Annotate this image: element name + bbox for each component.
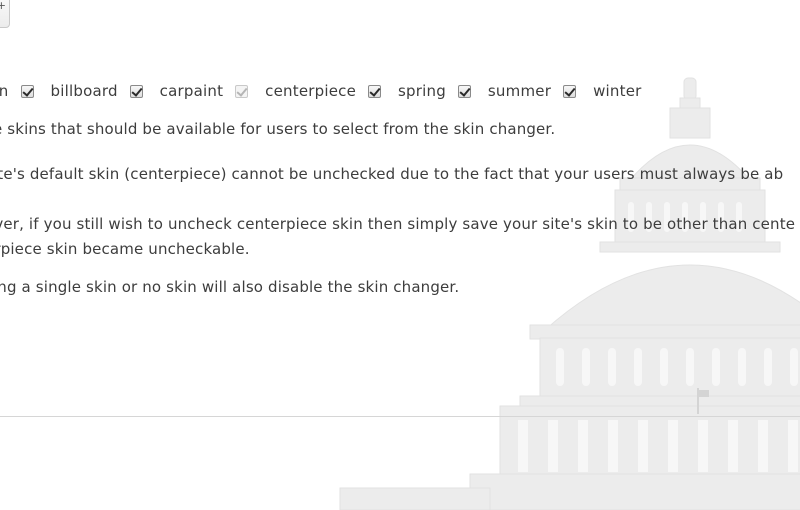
skin-checkbox-winter[interactable] [563, 84, 577, 98]
help-text-uncheck-default: ever, if you still wish to uncheck cente… [0, 212, 795, 262]
skin-label-summer: summer [487, 82, 552, 100]
skin-checkbox-spring[interactable] [368, 84, 382, 98]
skin-checkbox-summer[interactable] [457, 84, 471, 98]
skin-checkbox-carpaint[interactable] [129, 84, 143, 98]
help-text-disable-changer: sing a single skin or no skin will also … [0, 278, 460, 296]
skin-label-winter: winter [593, 82, 642, 100]
skin-checkbox-billboard[interactable] [20, 84, 34, 98]
skin-label-centerpiece: centerpiece [265, 82, 357, 100]
skin-label-autumn: mn [0, 82, 9, 100]
section-divider [0, 416, 800, 417]
button-glyph: + [0, 0, 6, 12]
help-text-default-skin: site's default skin (centerpiece) cannot… [0, 165, 784, 183]
skin-checkbox-row: mn billboard carpaint centerpiece spring… [0, 82, 654, 100]
skin-checkbox-centerpiece [235, 84, 249, 98]
skin-label-carpaint: carpaint [159, 82, 224, 100]
skin-label-billboard: billboard [50, 82, 118, 100]
skin-settings-page: + mn billboard carpaint centerpiece spri… [0, 0, 800, 510]
top-left-button[interactable]: + [0, 0, 10, 28]
skin-label-spring: spring [398, 82, 446, 100]
help-text-uncheck-line2: erpiece skin became uncheckable. [0, 240, 250, 258]
help-text-uncheck-line1: ever, if you still wish to uncheck cente… [0, 215, 796, 233]
help-text-select-skins: se skins that should be available for us… [0, 120, 556, 138]
